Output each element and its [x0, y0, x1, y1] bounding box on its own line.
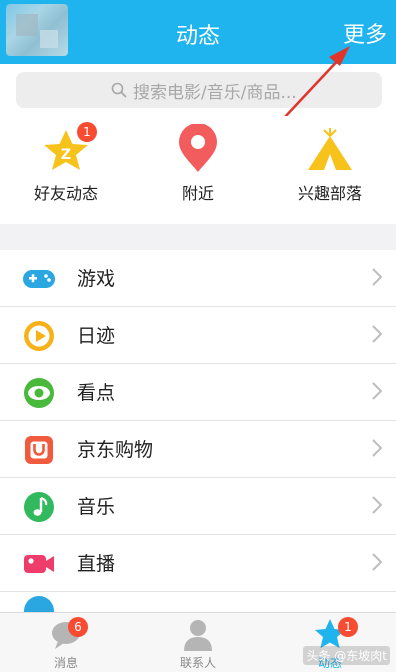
chat-bubble-icon — [52, 622, 80, 649]
chevron-right-icon — [372, 325, 382, 343]
list-item-game[interactable]: 游戏 — [0, 250, 396, 307]
chevron-right-icon — [372, 268, 382, 286]
shortcut-friend-feed[interactable]: Z 1 好友动态 — [0, 116, 132, 224]
tab-contacts[interactable]: 联系人 — [132, 613, 264, 672]
tab-label: 消息 — [53, 656, 78, 670]
shortcut-interest-tribe[interactable]: 兴趣部落 — [264, 116, 396, 224]
person-icon — [184, 620, 212, 651]
list-item-label: 京东购物 — [77, 439, 154, 461]
messages-badge: 6 — [68, 617, 88, 637]
shortcut-label: 兴趣部落 — [297, 184, 362, 203]
partial-item-icon — [24, 596, 54, 612]
video-camera-icon — [24, 555, 54, 573]
friend-feed-badge: 1 — [77, 122, 97, 142]
chevron-right-icon — [372, 496, 382, 514]
list-item-label: 直播 — [77, 553, 116, 575]
list-item-partial[interactable] — [0, 592, 396, 612]
shortcut-nearby[interactable]: 附近 — [132, 116, 264, 224]
list-item-label: 看点 — [77, 382, 116, 404]
list-item-jd-shopping[interactable]: 京东购物 — [0, 421, 396, 478]
play-circle-icon — [24, 321, 54, 351]
list-item-music[interactable]: 音乐 — [0, 478, 396, 535]
list-item-live[interactable]: 直播 — [0, 535, 396, 592]
list-item-label: 游戏 — [77, 268, 116, 290]
list-item-label: 日迹 — [77, 325, 116, 347]
shortcut-label: 附近 — [181, 184, 214, 203]
feature-list: 游戏 日迹 看点 京东购物 音乐 直播 — [0, 250, 396, 592]
music-note-icon — [24, 492, 54, 522]
jd-bag-icon — [25, 436, 53, 464]
tab-label: 联系人 — [179, 656, 216, 670]
tent-icon — [308, 128, 352, 170]
location-pin-icon — [179, 124, 217, 172]
eye-icon — [24, 378, 54, 408]
dynamic-badge: 1 — [338, 617, 358, 637]
list-item-daily-track[interactable]: 日迹 — [0, 307, 396, 364]
qzone-star-icon: Z — [44, 130, 88, 170]
shortcut-row: Z 1 好友动态 附近 兴趣部落 — [0, 116, 396, 224]
chevron-right-icon — [372, 382, 382, 400]
list-item-label: 音乐 — [77, 496, 116, 518]
gamepad-icon — [23, 270, 55, 288]
watermark: 头条 @东坡肉t — [303, 646, 390, 665]
list-item-kandian[interactable]: 看点 — [0, 364, 396, 421]
tab-messages[interactable]: 6 消息 — [0, 613, 132, 672]
chevron-right-icon — [372, 553, 382, 571]
annotation-arrow — [283, 46, 350, 119]
chevron-right-icon — [372, 439, 382, 457]
svg-text:Z: Z — [61, 147, 71, 163]
shortcut-label: 好友动态 — [33, 184, 98, 203]
